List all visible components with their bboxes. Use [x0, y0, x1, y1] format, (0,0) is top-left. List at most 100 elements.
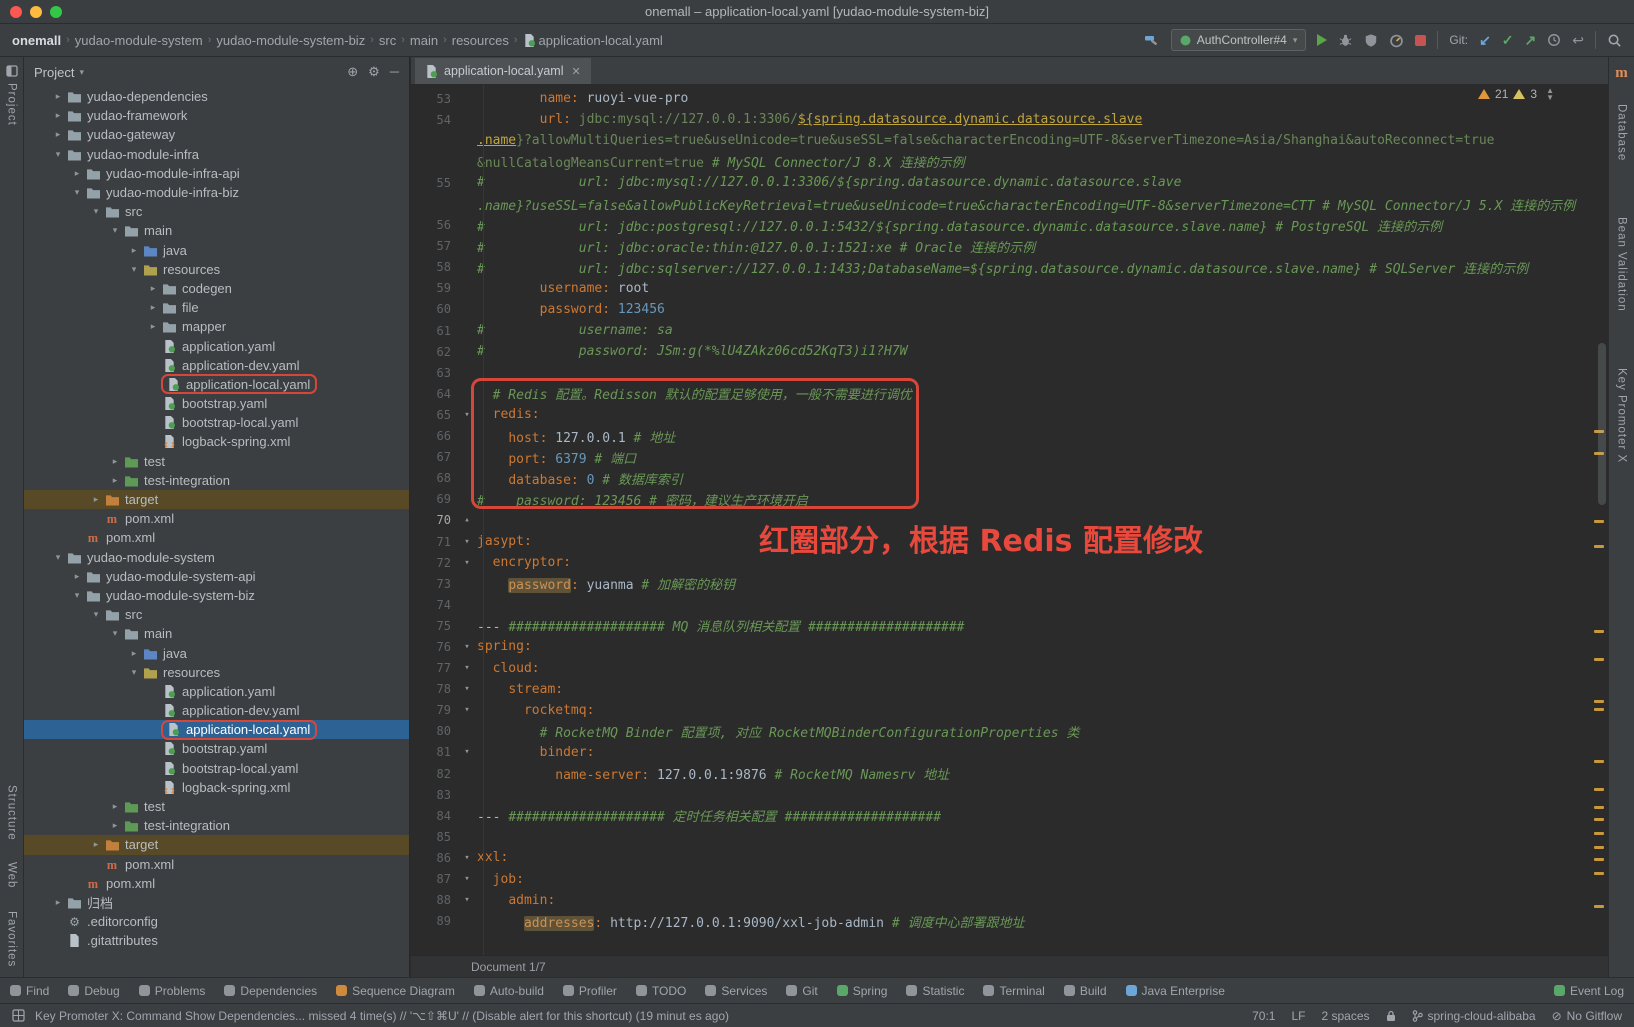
chevron-collapsed-icon[interactable]: ▸ — [145, 302, 161, 313]
breadcrumb-item-onemall[interactable]: onemall — [12, 33, 61, 48]
breadcrumb-item-yudao-module-system[interactable]: yudao-module-system — [75, 33, 203, 48]
chevron-expanded-icon[interactable]: ▾ — [107, 628, 123, 639]
tree-item[interactable]: ▸target — [24, 490, 409, 509]
editor-line-77[interactable]: 77▾ cloud: — [411, 658, 1608, 679]
chevron-collapsed-icon[interactable]: ▸ — [50, 110, 66, 121]
tool-window-switcher-icon[interactable] — [12, 1009, 25, 1022]
tool-button-event-log[interactable]: Event Log — [1554, 984, 1624, 998]
search-everywhere-icon[interactable] — [1607, 33, 1622, 48]
tree-item[interactable]: .gitattributes — [24, 931, 409, 950]
tree-item[interactable]: application.yaml — [24, 336, 409, 355]
tree-item[interactable]: ▸target — [24, 835, 409, 854]
editor-line-80[interactable]: 80 # RocketMQ Binder 配置项, 对应 RocketMQBin… — [411, 721, 1608, 742]
tree-item[interactable]: ▸test-integration — [24, 816, 409, 835]
chevron-expanded-icon[interactable]: ▾ — [69, 187, 85, 198]
editor-line-87[interactable]: 87▾ job: — [411, 868, 1608, 889]
breadcrumb-item-application-local.yaml[interactable]: application-local.yaml — [523, 33, 663, 48]
editor-line-84[interactable]: 84--- #################### 定时任务相关配置 ####… — [411, 805, 1608, 826]
editor-line-89[interactable]: 89 addresses: http://127.0.0.1:9090/xxl-… — [411, 911, 1608, 932]
tool-button-auto-build[interactable]: Auto-build — [474, 984, 544, 998]
chevron-down-icon[interactable]: ▾ — [79, 67, 84, 78]
tool-button-terminal[interactable]: Terminal — [983, 984, 1044, 998]
editor-line-61[interactable]: 61# username: sa — [411, 320, 1608, 341]
editor-line-65[interactable]: 65▾ redis: — [411, 404, 1608, 425]
editor-line-74[interactable]: 74 — [411, 594, 1608, 615]
editor-line-76[interactable]: 76▾spring: — [411, 636, 1608, 657]
editor-line-81[interactable]: 81▾ binder: — [411, 742, 1608, 763]
locate-file-icon[interactable]: ⊕ — [347, 64, 358, 80]
tool-button-find[interactable]: Find — [10, 984, 49, 998]
scrollbar-thumb[interactable] — [1598, 343, 1606, 505]
line-ending[interactable]: LF — [1291, 1009, 1305, 1023]
indent-setting[interactable]: 2 spaces — [1321, 1009, 1369, 1023]
editor-line-55[interactable]: 55# url: jdbc:mysql://127.0.0.1:3306/${s… — [411, 172, 1608, 193]
editor-line-59[interactable]: 59 username: root — [411, 278, 1608, 299]
caret-position[interactable]: 70:1 — [1252, 1009, 1275, 1023]
tool-button-database[interactable]: Database — [1616, 104, 1628, 161]
chevron-expanded-icon[interactable]: ▾ — [107, 225, 123, 236]
next-warning-icon[interactable]: ▼ — [1546, 94, 1554, 101]
tree-item[interactable]: ▸mapper — [24, 317, 409, 336]
tree-item[interactable]: bootstrap-local.yaml — [24, 413, 409, 432]
tree-item[interactable]: bootstrap-local.yaml — [24, 759, 409, 778]
chevron-collapsed-icon[interactable]: ▸ — [88, 494, 104, 505]
fold-marker-icon[interactable]: ▴ — [457, 515, 477, 525]
fold-marker-icon[interactable]: ▾ — [457, 642, 477, 652]
close-tab-icon[interactable]: ✕ — [572, 65, 581, 78]
editor-line-62[interactable]: 62# password: JSm:g(*%lU4ZAkz06cd52KqT3)… — [411, 341, 1608, 362]
tree-item[interactable]: ▾resources — [24, 260, 409, 279]
tree-item[interactable]: ▾src — [24, 202, 409, 221]
git-commit-check-icon[interactable]: ✓ — [1502, 33, 1514, 47]
settings-gear-icon[interactable]: ⚙ — [368, 64, 380, 80]
debug-bug-icon[interactable] — [1338, 33, 1353, 48]
build-hammer-icon[interactable] — [1144, 32, 1160, 48]
chevron-collapsed-icon[interactable]: ▸ — [145, 321, 161, 332]
tool-button-debug[interactable]: Debug — [68, 984, 119, 998]
chevron-collapsed-icon[interactable]: ▸ — [107, 456, 123, 467]
editor-line-85[interactable]: 85 — [411, 826, 1608, 847]
chevron-collapsed-icon[interactable]: ▸ — [69, 168, 85, 179]
fold-marker-icon[interactable]: ▾ — [457, 874, 477, 884]
zoom-button[interactable] — [50, 6, 62, 18]
tree-item[interactable]: application-local.yaml — [24, 720, 409, 739]
tool-button-favorites[interactable]: Favorites — [6, 911, 18, 967]
breadcrumb-item-yudao-module-system-biz[interactable]: yudao-module-system-biz — [216, 33, 365, 48]
tree-item[interactable]: mpom.xml — [24, 509, 409, 528]
fold-marker-icon[interactable]: ▾ — [457, 684, 477, 694]
chevron-collapsed-icon[interactable]: ▸ — [126, 245, 142, 256]
tool-button-profiler[interactable]: Profiler — [563, 984, 617, 998]
tool-button-structure[interactable]: Structure — [6, 785, 18, 841]
minimize-button[interactable] — [30, 6, 42, 18]
breadcrumb-item-main[interactable]: main — [410, 33, 438, 48]
tree-item[interactable]: ▾yudao-module-infra-biz — [24, 183, 409, 202]
profiler-icon[interactable] — [1389, 33, 1404, 48]
editor-line-69[interactable]: 69# password: 123456 # 密码，建议生产环境开启 — [411, 489, 1608, 510]
tree-item[interactable]: logback-spring.xml — [24, 778, 409, 797]
chevron-collapsed-icon[interactable]: ▸ — [69, 571, 85, 582]
tree-item[interactable]: ▾yudao-module-system — [24, 548, 409, 567]
tool-button-key-promoter-x[interactable]: Key Promoter X — [1616, 368, 1628, 463]
tree-item[interactable]: ▸yudao-dependencies — [24, 87, 409, 106]
editor-line-73[interactable]: 73 password: yuanma # 加解密的秘钥 — [411, 573, 1608, 594]
chevron-collapsed-icon[interactable]: ▸ — [88, 839, 104, 850]
editor-wrapped-line[interactable]: .name}?useSSL=false&allowPublicKeyRetrie… — [411, 193, 1608, 214]
tool-button-sequence-diagram[interactable]: Sequence Diagram — [336, 984, 455, 998]
tree-item[interactable]: ▸java — [24, 643, 409, 662]
chevron-collapsed-icon[interactable]: ▸ — [107, 475, 123, 486]
chevron-expanded-icon[interactable]: ▾ — [50, 552, 66, 563]
tool-button-java-enterprise[interactable]: Java Enterprise — [1126, 984, 1225, 998]
tree-item[interactable]: ▸test — [24, 797, 409, 816]
chevron-expanded-icon[interactable]: ▾ — [50, 149, 66, 160]
tool-button-todo[interactable]: TODO — [636, 984, 686, 998]
chevron-expanded-icon[interactable]: ▾ — [88, 609, 104, 620]
editor-line-56[interactable]: 56# url: jdbc:postgresql://127.0.0.1:543… — [411, 215, 1608, 236]
editor-wrapped-line[interactable]: .name}?allowMultiQueries=true&useUnicode… — [411, 130, 1608, 151]
maven-tool-icon[interactable]: m — [1615, 65, 1628, 82]
hide-panel-icon[interactable]: ─ — [390, 64, 399, 80]
fold-marker-icon[interactable]: ▾ — [457, 410, 477, 420]
editor-line-75[interactable]: 75--- #################### MQ 消息队列相关配置 #… — [411, 615, 1608, 636]
tab-application-local-yaml[interactable]: application-local.yaml ✕ — [415, 58, 591, 84]
editor-line-58[interactable]: 58# url: jdbc:sqlserver://127.0.0.1:1433… — [411, 257, 1608, 278]
editor-line-54[interactable]: 54 url: jdbc:mysql://127.0.0.1:3306/${sp… — [411, 109, 1608, 130]
stop-button[interactable] — [1415, 35, 1426, 46]
